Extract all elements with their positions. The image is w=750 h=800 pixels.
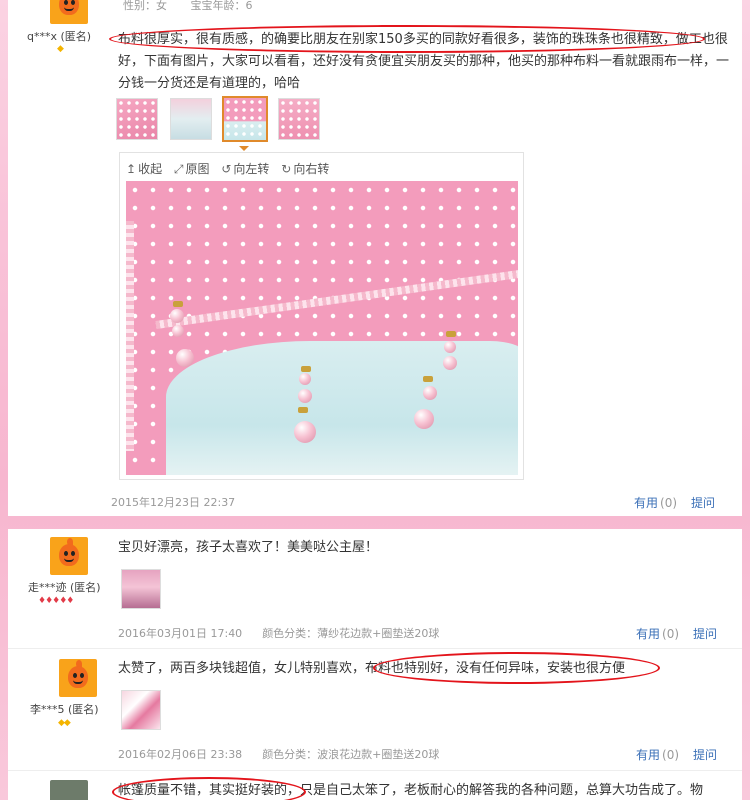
review-actions: 有用 (0) 提问 (636, 746, 717, 763)
review-actions: 有用 (0) 提问 (634, 494, 715, 511)
divider (8, 648, 742, 649)
review-footer: 2016年03月01日 17:40 颜色分类：薄纱花边款+圈垫送20球 (118, 625, 439, 641)
color-category: 颜色分类：薄纱花边款+圈垫送20球 (262, 627, 440, 640)
review-list: 走***迹 (匿名) ♦♦♦♦♦ 宝贝好漂亮，孩子太喜欢了！美美哒公主屋！ 20… (8, 529, 742, 800)
useful-button[interactable]: 有用 (636, 627, 660, 641)
useful-count: (0) (662, 748, 680, 762)
review-meta: 性别：女 宝宝年龄：6 (123, 0, 273, 13)
rank-badge-icon: ◆◆ (58, 718, 71, 728)
review-date: 2016年03月01日 17:40 (118, 627, 243, 640)
useful-button[interactable]: 有用 (636, 748, 660, 762)
image-viewer: ↥ 收起 ⤢ 原图 ↺ 向左转 ↻ 向右转 (119, 152, 524, 480)
rank-badge-icon: ♦♦♦♦♦ (38, 596, 74, 606)
gender-label: 性别：女 (123, 0, 167, 12)
viewer-toolbar: ↥ 收起 ⤢ 原图 ↺ 向左转 ↻ 向右转 (126, 160, 337, 177)
review-footer: 2016年02月06日 23:38 颜色分类：波浪花边款+圈垫送20球 (118, 746, 439, 762)
rank-badge-icon: ◆ (57, 44, 64, 54)
thumbnail-1[interactable] (116, 98, 158, 140)
reviewer-name: 李***5 (匿名) (30, 703, 99, 716)
review-thumbnail[interactable] (121, 690, 161, 730)
review-text: 布料很厚实，很有质感，的确要比朋友在别家150多买的同款好看很多，装饰的珠珠条也… (118, 32, 730, 91)
review-card-1: 性别：女 宝宝年龄：6 q***x (匿名) ◆ 布料很厚实，很有质感，的确要比… (8, 0, 742, 516)
color-category: 颜色分类：波浪花边款+圈垫送20球 (262, 748, 440, 761)
review-date: 2015年12月23日 22:37 (111, 496, 236, 509)
divider (8, 770, 742, 771)
reviewer-name: q***x (匿名) (27, 30, 92, 43)
review-thumbnail[interactable] (121, 569, 161, 609)
useful-count: (0) (662, 627, 680, 641)
useful-count: (0) (660, 496, 678, 510)
review-photo[interactable] (126, 181, 518, 475)
age-label: 宝宝年龄：6 (190, 0, 253, 12)
avatar[interactable] (59, 659, 97, 697)
original-size-button[interactable]: ⤢ 原图 (174, 160, 210, 177)
ask-button[interactable]: 提问 (693, 627, 717, 641)
avatar[interactable] (50, 0, 88, 24)
review-date: 2016年02月06日 23:38 (118, 748, 243, 761)
thumbnail-3-selected[interactable] (222, 96, 268, 142)
selected-pointer-icon (239, 146, 249, 151)
ask-button[interactable]: 提问 (691, 496, 715, 510)
thumbnail-4[interactable] (278, 98, 320, 140)
collapse-button[interactable]: ↥ 收起 (126, 160, 162, 177)
expand-icon: ⤢ (173, 162, 184, 176)
review-text: 太赞了，两百多块钱超值，女儿特别喜欢，布料也特别好，没有任何异味，安装也很方便 (118, 661, 626, 676)
rotate-left-button[interactable]: ↺ 向左转 (221, 160, 269, 177)
review-text: 帐篷质量不错，其实挺好装的，只是自己太笨了，老板耐心的解答我的各种问题，总算大功… (118, 783, 704, 798)
avatar[interactable] (50, 780, 88, 800)
useful-button[interactable]: 有用 (634, 496, 658, 510)
rotate-right-button[interactable]: ↻ 向右转 (281, 160, 329, 177)
ask-button[interactable]: 提问 (693, 748, 717, 762)
collapse-arrow-icon: ↥ (126, 162, 137, 176)
reviewer-name: 走***迹 (匿名) (28, 581, 101, 594)
rotate-left-icon: ↺ (221, 162, 232, 176)
avatar[interactable] (50, 537, 88, 575)
thumbnail-2[interactable] (170, 98, 212, 140)
review-actions: 有用 (0) 提问 (636, 625, 717, 642)
review-text: 宝贝好漂亮，孩子太喜欢了！美美哒公主屋！ (118, 540, 379, 555)
rotate-right-icon: ↻ (281, 162, 292, 176)
